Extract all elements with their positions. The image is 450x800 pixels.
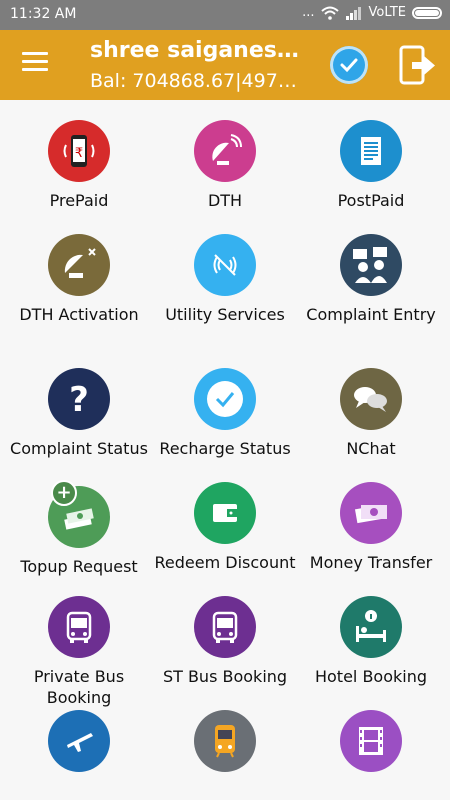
check-icon — [194, 368, 256, 430]
service-label: Hotel Booking — [314, 667, 428, 686]
bus-icon — [48, 596, 110, 658]
logout-icon[interactable] — [398, 44, 438, 86]
service-train[interactable] — [150, 710, 300, 780]
prepaid-phone-icon: ₹ — [48, 120, 110, 182]
account-title: shree saiganesh... — [90, 38, 300, 63]
service-label: Private Bus Booking — [33, 667, 125, 707]
service-money-transfer[interactable]: Money Transfer — [296, 482, 446, 573]
service-dth-activation[interactable]: DTH Activation — [4, 234, 154, 325]
service-complaint-status[interactable]: ? Complaint Status — [4, 368, 154, 459]
service-label: Money Transfer — [309, 553, 433, 572]
service-label: Redeem Discount — [154, 553, 296, 572]
status-time: 11:32 AM — [10, 6, 77, 22]
service-label: PostPaid — [337, 191, 405, 210]
wifi-icon — [320, 6, 339, 20]
service-flight[interactable] — [4, 710, 154, 780]
question-icon: ? — [48, 368, 110, 430]
signal-bars-icon — [345, 6, 361, 20]
film-icon — [340, 710, 402, 772]
airplane-icon — [48, 710, 110, 772]
service-label: DTH Activation — [19, 305, 139, 324]
service-label: Recharge Status — [159, 439, 291, 458]
protest-icon — [340, 234, 402, 296]
service-redeem-discount[interactable]: Redeem Discount — [150, 482, 300, 573]
service-complaint-entry[interactable]: Complaint Entry — [296, 234, 446, 325]
network-label: VoLTE — [368, 5, 406, 20]
menu-icon[interactable] — [22, 52, 48, 72]
verified-check-icon[interactable] — [330, 46, 368, 84]
service-label: PrePaid — [49, 191, 109, 210]
service-label: NChat — [346, 439, 396, 458]
svg-text:₹: ₹ — [75, 146, 83, 161]
cash-icon — [340, 482, 402, 544]
service-st-bus[interactable]: ST Bus Booking — [150, 596, 300, 687]
chat-icon — [340, 368, 402, 430]
satellite-dish-icon — [48, 234, 110, 296]
bus-icon — [194, 596, 256, 658]
services-grid: ₹ PrePaid DTH PostPaid DTH Activation Ut… — [0, 100, 450, 800]
service-label: Topup Request — [20, 557, 138, 576]
service-label: Utility Services — [165, 305, 285, 324]
bill-icon — [340, 120, 402, 182]
svg-text:?: ? — [69, 380, 89, 419]
service-prepaid[interactable]: ₹ PrePaid — [4, 120, 154, 211]
balance-text: Bal: 704868.67|49747.... — [90, 70, 302, 92]
battery-icon — [412, 6, 442, 19]
service-private-bus[interactable]: Private Bus Booking — [4, 596, 154, 708]
service-dth[interactable]: DTH — [150, 120, 300, 211]
service-postpaid[interactable]: PostPaid — [296, 120, 446, 211]
status-icons: ... VoLTE — [302, 5, 442, 20]
wallet-icon — [194, 482, 256, 544]
service-label: Complaint Status — [10, 439, 148, 458]
hotel-bed-icon — [340, 596, 402, 658]
service-label: Complaint Entry — [306, 305, 436, 324]
service-topup-request[interactable]: + Topup Request — [4, 480, 154, 577]
status-bar: 11:32 AM ... VoLTE — [0, 0, 450, 30]
service-movies[interactable] — [296, 710, 446, 780]
service-nchat[interactable]: NChat — [296, 368, 446, 459]
service-recharge-status[interactable]: Recharge Status — [150, 368, 300, 459]
app-bar: shree saiganesh... Bal: 704868.67|49747.… — [0, 30, 450, 100]
service-utility[interactable]: Utility Services — [150, 234, 300, 325]
signal-icon — [194, 234, 256, 296]
service-hotel-booking[interactable]: Hotel Booking — [296, 596, 446, 687]
status-dots: ... — [302, 5, 315, 20]
plus-icon: + — [51, 480, 77, 506]
train-icon — [194, 710, 256, 772]
service-label: DTH — [207, 191, 243, 210]
service-label: ST Bus Booking — [162, 667, 288, 686]
dth-dish-icon — [194, 120, 256, 182]
